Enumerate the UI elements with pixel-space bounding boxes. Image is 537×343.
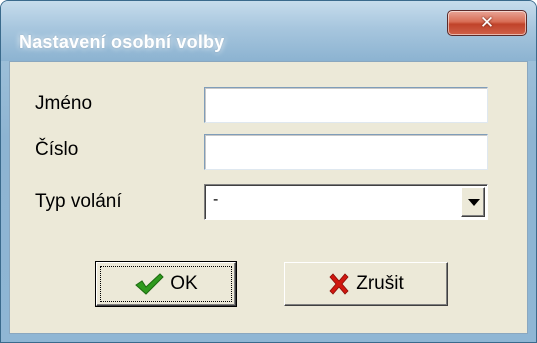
red-x-icon xyxy=(328,273,350,295)
cancel-label: Zrušit xyxy=(356,273,404,294)
chevron-down-icon xyxy=(468,199,480,206)
call-type-select[interactable]: - xyxy=(204,184,488,220)
number-field[interactable] xyxy=(204,134,488,170)
number-label: Číslo xyxy=(35,139,79,160)
cancel-button[interactable]: Zrušit xyxy=(284,262,448,306)
name-field[interactable] xyxy=(204,87,488,123)
close-button[interactable]: ✕ xyxy=(447,10,527,36)
dropdown-arrow-button[interactable] xyxy=(461,187,485,217)
window-title: Nastavení osobní volby xyxy=(19,32,225,52)
ok-button[interactable]: OK xyxy=(95,261,237,307)
close-icon: ✕ xyxy=(479,13,495,33)
dialog-window: Nastavení osobní volby ✕ Jméno Číslo Typ… xyxy=(0,0,537,343)
checkmark-icon xyxy=(134,272,164,296)
call-type-selected-value: - xyxy=(213,191,219,208)
title-bar[interactable]: Nastavení osobní volby ✕ xyxy=(1,1,536,61)
ok-label: OK xyxy=(170,273,198,294)
call-type-label: Typ volání xyxy=(35,191,122,212)
dialog-client-area: Jméno Číslo Typ volání - OK Zrušit xyxy=(9,61,528,334)
name-label: Jméno xyxy=(35,93,93,114)
